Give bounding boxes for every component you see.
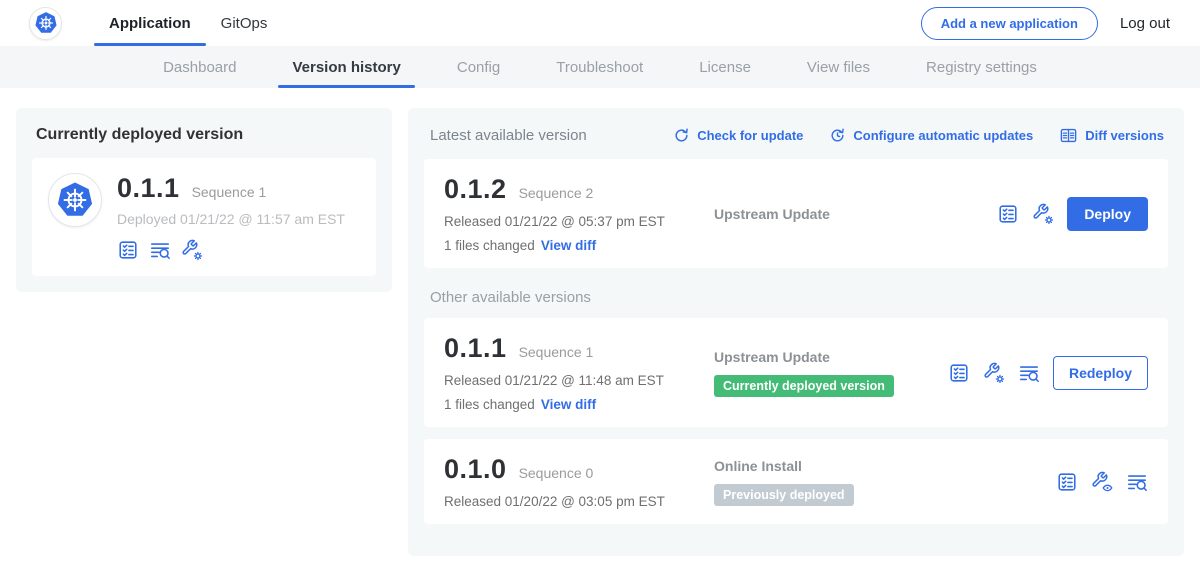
release-notes-icon[interactable]	[1126, 471, 1148, 493]
tab-application[interactable]: Application	[94, 0, 206, 46]
edit-config-icon[interactable]	[983, 362, 1005, 384]
latest-version-title: Latest available version	[430, 127, 587, 144]
released-timestamp: Released 01/21/22 @ 11:48 am EST	[444, 373, 702, 388]
version-source: Online Install	[714, 458, 1046, 474]
view-diff-link[interactable]: View diff	[541, 238, 596, 253]
version-actions: Check for update Configure automatic upd…	[673, 126, 1164, 145]
schedule-icon	[829, 127, 846, 144]
topbar-spacer	[282, 0, 920, 46]
deployed-version-card: 0.1.1 Sequence 1 Deployed 01/21/22 @ 11:…	[32, 158, 376, 276]
version-source-column: Upstream Update Currently deployed versi…	[702, 349, 938, 397]
diff-versions-label: Diff versions	[1085, 128, 1164, 143]
view-diff-link[interactable]: View diff	[541, 397, 596, 412]
main-content: Currently deployed version 0	[0, 88, 1200, 556]
preflight-checks-icon[interactable]	[948, 362, 970, 384]
files-changed-label: 1 files changed	[444, 238, 535, 253]
edit-config-icon[interactable]	[181, 239, 203, 261]
check-for-update-link[interactable]: Check for update	[673, 126, 803, 145]
subnav-troubleshoot[interactable]: Troubleshoot	[528, 46, 671, 88]
version-actions-column	[1046, 471, 1148, 493]
kots-admin-console: { "colors": { "accent": "#326DE6", "badg…	[0, 0, 1200, 564]
preflight-checks-icon[interactable]	[1056, 471, 1078, 493]
version-source-column: Upstream Update	[702, 206, 987, 222]
subnav-registry-settings[interactable]: Registry settings	[898, 46, 1065, 88]
preflight-checks-icon[interactable]	[117, 239, 139, 261]
deployed-app-logo	[48, 173, 102, 227]
version-row-0-1-0: 0.1.0 Sequence 0 Released 01/20/22 @ 03:…	[424, 439, 1168, 524]
subnav-config[interactable]: Config	[429, 46, 528, 88]
currently-deployed-panel: Currently deployed version 0	[16, 108, 392, 292]
version-info: 0.1.0 Sequence 0 Released 01/20/22 @ 03:…	[444, 454, 702, 509]
previously-deployed-badge: Previously deployed	[714, 484, 854, 506]
app-logo	[29, 7, 62, 40]
check-for-update-label: Check for update	[697, 128, 803, 143]
top-tabs: Application GitOps	[94, 0, 282, 46]
release-notes-icon[interactable]	[149, 239, 171, 261]
deployed-version-number: 0.1.1	[117, 173, 180, 204]
diff-icon	[1059, 126, 1078, 145]
preflight-checks-icon[interactable]	[997, 203, 1019, 225]
subnav-view-files[interactable]: View files	[779, 46, 898, 88]
version-actions-column: Deploy	[987, 197, 1148, 231]
add-application-button[interactable]: Add a new application	[921, 7, 1098, 40]
diff-versions-link[interactable]: Diff versions	[1059, 126, 1164, 145]
kubernetes-logo-icon	[54, 179, 96, 221]
version-history-panel: Latest available version Check for updat…	[408, 108, 1184, 556]
version-sequence: Sequence 0	[519, 465, 594, 481]
files-changed-label: 1 files changed	[444, 397, 535, 412]
refresh-icon	[673, 127, 690, 144]
version-source: Upstream Update	[714, 206, 987, 222]
subnav-dashboard[interactable]: Dashboard	[135, 46, 264, 88]
configure-automatic-updates-link[interactable]: Configure automatic updates	[829, 126, 1033, 145]
release-notes-icon[interactable]	[1018, 362, 1040, 384]
deploy-button[interactable]: Deploy	[1067, 197, 1148, 231]
version-info: 0.1.2 Sequence 2 Released 01/21/22 @ 05:…	[444, 174, 702, 253]
deployed-sequence: Sequence 1	[192, 184, 267, 200]
version-source-column: Online Install Previously deployed	[702, 458, 1046, 506]
redeploy-button[interactable]: Redeploy	[1053, 356, 1148, 390]
version-sequence: Sequence 1	[519, 344, 594, 360]
kubernetes-logo-icon	[33, 10, 59, 36]
logout-button[interactable]: Log out	[1120, 15, 1170, 32]
version-number: 0.1.2	[444, 174, 507, 205]
tab-gitops-label: GitOps	[221, 15, 268, 32]
version-row-0-1-2: 0.1.2 Sequence 2 Released 01/21/22 @ 05:…	[424, 159, 1168, 268]
view-config-icon[interactable]	[1091, 471, 1113, 493]
version-actions-column: Redeploy	[938, 356, 1148, 390]
version-row-0-1-1: 0.1.1 Sequence 1 Released 01/21/22 @ 11:…	[424, 318, 1168, 427]
version-sequence: Sequence 2	[519, 185, 594, 201]
edit-config-icon[interactable]	[1032, 203, 1054, 225]
version-info: 0.1.1 Sequence 1 Released 01/21/22 @ 11:…	[444, 333, 702, 412]
latest-version-header: Latest available version Check for updat…	[430, 126, 1164, 145]
files-changed: 1 files changed View diff	[444, 397, 702, 412]
currently-deployed-title: Currently deployed version	[36, 126, 374, 144]
configure-automatic-updates-label: Configure automatic updates	[853, 128, 1033, 143]
version-number: 0.1.0	[444, 454, 507, 485]
released-timestamp: Released 01/20/22 @ 03:05 pm EST	[444, 494, 702, 509]
currently-deployed-badge: Currently deployed version	[714, 375, 894, 397]
deployed-timestamp: Deployed 01/21/22 @ 11:57 am EST	[117, 211, 345, 227]
subnav-license[interactable]: License	[671, 46, 779, 88]
app-subnav: Dashboard Version history Config Trouble…	[0, 46, 1200, 88]
other-versions-title: Other available versions	[430, 289, 1164, 306]
top-bar: Application GitOps Add a new application…	[0, 0, 1200, 46]
version-source: Upstream Update	[714, 349, 938, 365]
tab-application-label: Application	[109, 15, 191, 32]
subnav-version-history[interactable]: Version history	[264, 46, 428, 88]
version-number: 0.1.1	[444, 333, 507, 364]
released-timestamp: Released 01/21/22 @ 05:37 pm EST	[444, 214, 702, 229]
files-changed: 1 files changed View diff	[444, 238, 702, 253]
tab-gitops[interactable]: GitOps	[206, 0, 283, 46]
deployed-version-info: 0.1.1 Sequence 1 Deployed 01/21/22 @ 11:…	[117, 173, 345, 261]
